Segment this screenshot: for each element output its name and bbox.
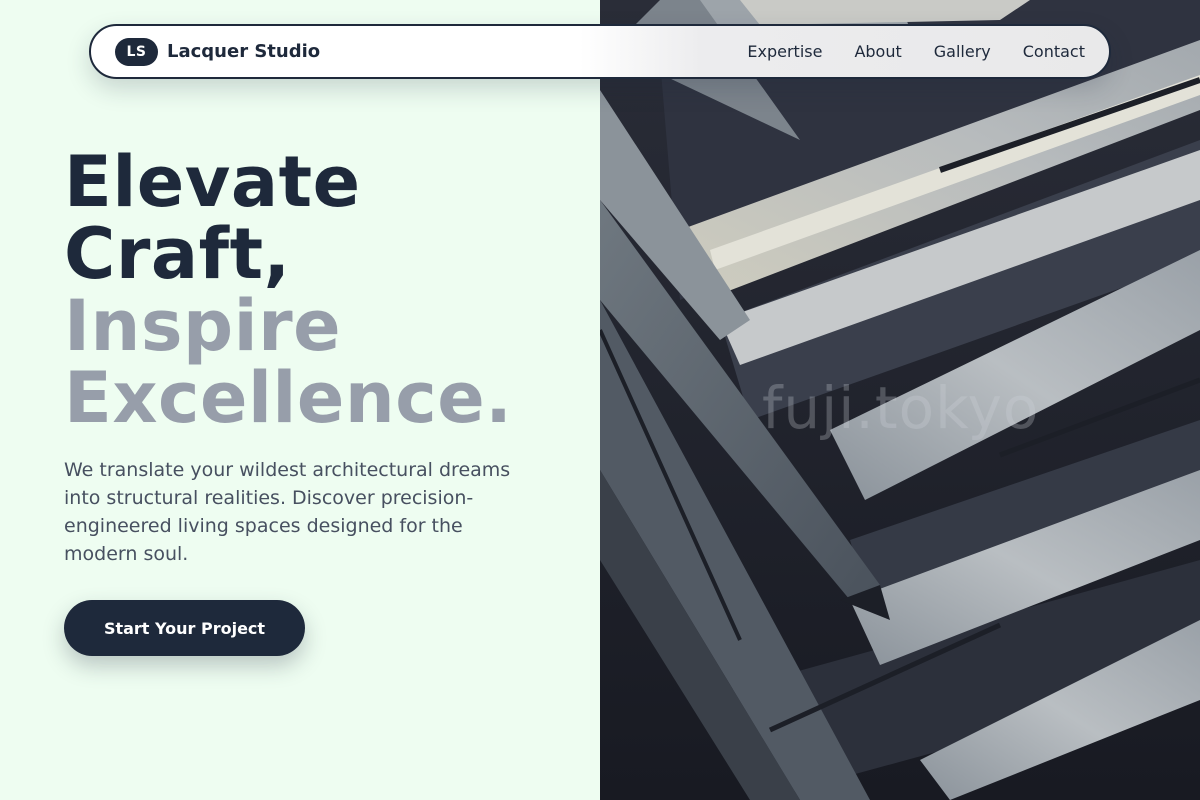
nav-links: Expertise About Gallery Contact: [747, 42, 1085, 61]
brand-name: Lacquer Studio: [167, 41, 321, 62]
hero-heading-line: Craft,: [64, 213, 291, 295]
nav-link-expertise[interactable]: Expertise: [747, 42, 822, 61]
image-watermark: fuji.tokyo: [762, 374, 1040, 442]
top-navbar: LS Lacquer Studio Expertise About Galler…: [89, 24, 1111, 79]
brand-badge: LS: [115, 37, 158, 66]
hero-heading-line: Excellence.: [64, 357, 513, 439]
nav-link-about[interactable]: About: [854, 42, 901, 61]
hero-heading: Elevate Craft, Inspire Excellence.: [64, 146, 512, 434]
hero-heading-line: Inspire: [64, 285, 342, 367]
nav-link-contact[interactable]: Contact: [1023, 42, 1085, 61]
brand-logo[interactable]: LS Lacquer Studio: [115, 37, 321, 66]
hero-image: fuji.tokyo: [600, 0, 1200, 800]
start-project-button[interactable]: Start Your Project: [64, 600, 305, 656]
nav-link-gallery[interactable]: Gallery: [934, 42, 991, 61]
hero-heading-line: Elevate: [64, 141, 361, 223]
hero-description: We translate your wildest architectural …: [64, 459, 511, 565]
